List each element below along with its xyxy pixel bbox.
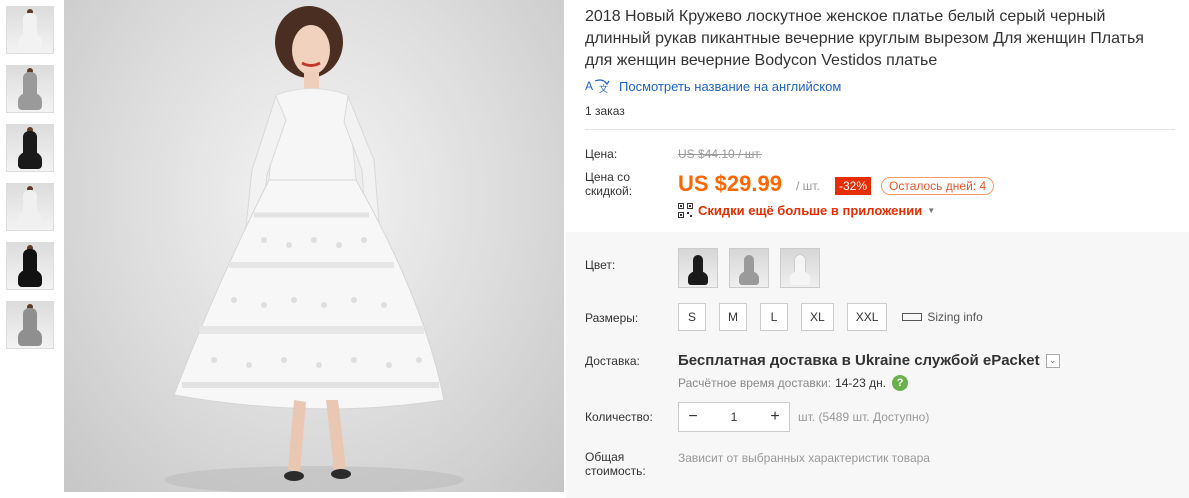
caret-down-icon: ▼ <box>927 206 936 215</box>
order-count: 1 заказ <box>585 104 625 118</box>
chevron-down-icon[interactable]: ⌄ <box>1045 353 1060 368</box>
color-swatch-gray[interactable] <box>729 248 769 288</box>
quantity-available: шт. (5489 шт. Доступно) <box>798 410 930 424</box>
quantity-label: Количество: <box>585 410 653 424</box>
shipping-method-text: Бесплатная доставка в Ukraine службой eP… <box>678 352 1040 369</box>
shipping-method: Бесплатная доставка в Ukraine службой eP… <box>678 352 1060 369</box>
quantity-increase-button[interactable]: + <box>761 403 789 431</box>
ruler-icon <box>902 313 923 321</box>
thumbnail-3[interactable] <box>6 124 54 172</box>
product-title: 2018 Новый Кружево лоскутное женское пла… <box>585 8 1144 69</box>
size-option-l[interactable]: L <box>760 303 788 331</box>
model-dress-illustration <box>164 6 464 492</box>
app-promo-label: Скидки ещё больше в приложении <box>698 203 923 218</box>
eta-value: 14-23 дн. <box>835 376 887 390</box>
discount-badge: -32% <box>835 177 872 195</box>
quantity-decrease-button[interactable]: − <box>679 403 707 431</box>
dress-photo-icon <box>18 72 42 110</box>
shipping-label: Доставка: <box>585 354 640 368</box>
dress-photo-icon <box>688 255 708 285</box>
thumbnail-4[interactable] <box>6 183 54 231</box>
eta-label: Расчётное время доставки: <box>678 376 832 390</box>
size-option-xxl[interactable]: XXL <box>846 303 888 331</box>
color-label: Цвет: <box>585 258 616 272</box>
help-icon[interactable]: ? <box>892 375 909 391</box>
size-option-m[interactable]: M <box>719 303 747 331</box>
divider <box>585 129 1175 130</box>
translate-link-label: Посмотреть название на английском <box>619 78 842 94</box>
qr-code-icon <box>678 203 693 218</box>
size-option-xl[interactable]: XL <box>801 303 834 331</box>
color-swatch-white[interactable] <box>780 248 820 288</box>
translate-title-link[interactable]: A 文 Посмотреть название на английском <box>585 78 842 95</box>
days-left-badge: Осталось дней: 4 <box>881 177 995 195</box>
main-product-image[interactable] <box>64 0 564 492</box>
dress-photo-icon <box>739 255 759 285</box>
delivery-estimate: Расчётное время доставки: 14-23 дн. ? <box>678 375 909 391</box>
per-unit: / шт. <box>796 179 820 193</box>
dress-photo-icon <box>18 249 42 287</box>
dress-photo-icon <box>18 13 42 51</box>
svg-text:A: A <box>585 79 593 93</box>
thumbnail-6[interactable] <box>6 301 54 349</box>
size-option-s[interactable]: S <box>678 303 706 331</box>
original-price: US $44.10 / шт. <box>678 147 762 161</box>
dress-photo-icon <box>18 190 42 228</box>
thumbnail-5[interactable] <box>6 242 54 290</box>
color-swatches <box>678 248 831 288</box>
thumbnail-1[interactable] <box>6 6 54 54</box>
quantity-input[interactable] <box>707 410 761 424</box>
discount-price: US $29.99 <box>678 171 782 196</box>
size-label: Размеры: <box>585 311 639 325</box>
price-label: Цена: <box>585 147 618 161</box>
color-swatch-black[interactable] <box>678 248 718 288</box>
thumbnail-strip <box>6 6 56 360</box>
size-options: S M L XL XXL Sizing info <box>678 303 983 331</box>
app-promo-link[interactable]: Скидки ещё больше в приложении ▼ <box>678 203 935 218</box>
total-value: Зависит от выбранных характеристик товар… <box>678 451 930 465</box>
thumbnail-2[interactable] <box>6 65 54 113</box>
sizing-info-label: Sizing info <box>927 310 983 324</box>
dress-photo-icon <box>790 254 810 285</box>
dress-photo-icon <box>18 308 42 346</box>
svg-text:文: 文 <box>599 83 608 94</box>
dress-photo-icon <box>18 131 42 169</box>
discount-price-label: Цена со скидкой: <box>585 170 633 198</box>
sizing-info-link[interactable]: Sizing info <box>902 310 983 324</box>
translate-icon: A 文 <box>585 78 611 94</box>
quantity-stepper: − + <box>678 402 790 432</box>
total-label: Общая стоимость: <box>585 450 646 478</box>
